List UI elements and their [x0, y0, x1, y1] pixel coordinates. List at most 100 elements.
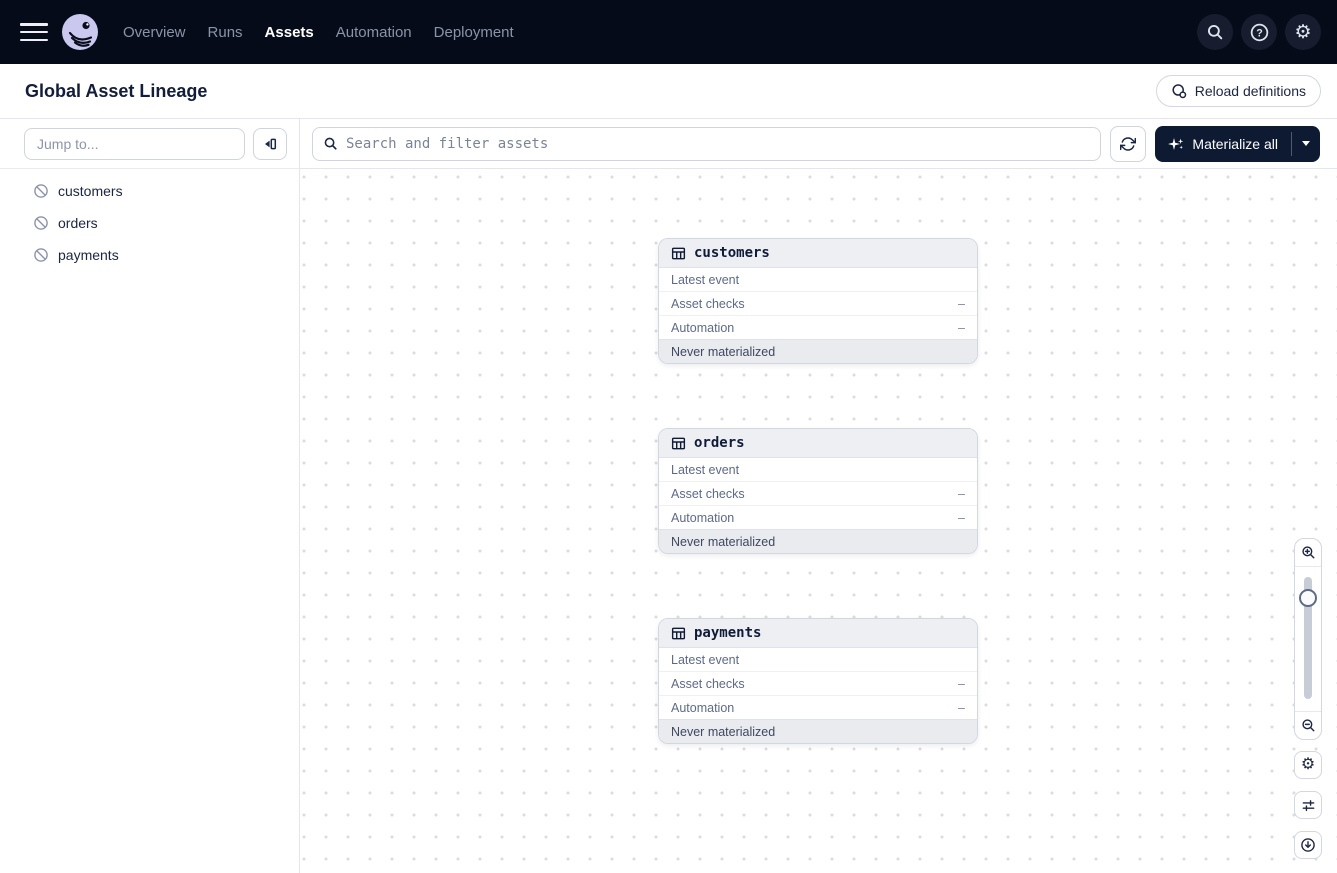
asset-node-header: customers [659, 239, 977, 268]
search-icon [1206, 23, 1224, 41]
asset-name: orders [58, 215, 98, 231]
page-header: Global Asset Lineage Reload definitions [0, 64, 1337, 119]
node-row-automation: Automation – [659, 506, 977, 530]
node-row-automation: Automation – [659, 696, 977, 720]
table-icon [671, 436, 686, 451]
search-button[interactable] [1197, 14, 1233, 50]
row-value: – [958, 296, 965, 311]
graph-filters-button[interactable] [1294, 791, 1322, 819]
gear-icon: ⚙ [1294, 21, 1312, 43]
collapse-panel-button[interactable] [253, 127, 287, 160]
zoom-in-button[interactable] [1295, 539, 1321, 567]
dagster-logo[interactable] [62, 14, 98, 50]
collapse-panel-icon [262, 136, 278, 152]
asset-node-header: payments [659, 619, 977, 648]
node-row-latest-event: Latest event [659, 458, 977, 482]
asset-name: customers [58, 183, 123, 199]
row-label: Latest event [671, 462, 740, 477]
sidebar-item-orders[interactable]: orders [0, 207, 299, 239]
node-status: Never materialized [659, 529, 977, 553]
gear-icon: ⚙ [1300, 756, 1316, 773]
row-value: – [958, 486, 965, 501]
page-title: Global Asset Lineage [25, 80, 208, 101]
row-label: Asset checks [671, 486, 745, 501]
asset-node-title: orders [694, 435, 745, 451]
app-window: Overview Runs Assets Automation Deployme… [0, 0, 1337, 873]
refresh-icon [1120, 136, 1137, 152]
asset-list: customers orders payments [0, 169, 299, 271]
asset-node-orders[interactable]: orders Latest event Asset checks – Autom… [658, 428, 978, 554]
zoom-slider-handle[interactable] [1299, 589, 1317, 607]
table-icon [671, 626, 686, 641]
asset-node-customers[interactable]: customers Latest event Asset checks – Au… [658, 238, 978, 364]
node-row-asset-checks: Asset checks – [659, 672, 977, 696]
zoom-out-button[interactable] [1295, 711, 1321, 739]
recenter-view-button[interactable] [1294, 831, 1322, 859]
table-icon [671, 246, 686, 261]
row-value: – [958, 510, 965, 525]
materialize-all-label: Materialize all [1192, 135, 1278, 152]
row-label: Automation [671, 320, 735, 335]
sidebar-item-payments[interactable]: payments [0, 239, 299, 271]
menu-icon[interactable] [20, 21, 48, 43]
nav-item-automation[interactable]: Automation [336, 24, 412, 41]
help-button[interactable]: ? [1241, 14, 1277, 50]
never-materialized-icon [33, 247, 49, 263]
row-label: Asset checks [671, 296, 745, 311]
asset-search-input[interactable] [346, 135, 1091, 152]
nav-item-runs[interactable]: Runs [208, 24, 243, 41]
help-icon: ? [1250, 23, 1269, 42]
graph-toolbar: Materialize all [300, 119, 1337, 169]
materialize-all-button[interactable]: Materialize all [1155, 126, 1291, 162]
row-value: – [958, 676, 965, 691]
sidebar-item-customers[interactable]: customers [0, 175, 299, 207]
top-nav: Overview Runs Assets Automation Deployme… [0, 0, 1337, 64]
node-status: Never materialized [659, 719, 977, 743]
lineage-main: Materialize all [300, 119, 1337, 873]
jump-to-input[interactable] [24, 127, 245, 160]
asset-node-payments[interactable]: payments Latest event Asset checks – Aut… [658, 618, 978, 744]
graph-settings-button[interactable]: ⚙ [1294, 751, 1322, 779]
code-location-icon [1171, 83, 1187, 99]
row-label: Asset checks [671, 676, 745, 691]
sparkle-icon [1168, 136, 1184, 152]
settings-button[interactable]: ⚙ [1285, 14, 1321, 50]
node-row-latest-event: Latest event [659, 648, 977, 672]
asset-search-box [312, 126, 1102, 161]
asset-name: payments [58, 247, 119, 263]
nav-links: Overview Runs Assets Automation Deployme… [123, 24, 514, 41]
nav-item-assets[interactable]: Assets [265, 24, 314, 41]
sliders-icon [1301, 798, 1316, 813]
nav-item-overview[interactable]: Overview [123, 24, 186, 41]
node-row-automation: Automation – [659, 316, 977, 340]
chevron-down-icon [1302, 141, 1310, 146]
node-row-asset-checks: Asset checks – [659, 292, 977, 316]
zoom-out-icon [1301, 718, 1316, 733]
refresh-button[interactable] [1110, 125, 1147, 162]
never-materialized-icon [33, 183, 49, 199]
materialize-split-button: Materialize all [1155, 125, 1320, 162]
node-status: Never materialized [659, 339, 977, 363]
row-value: – [958, 320, 965, 335]
row-label: Latest event [671, 652, 740, 667]
never-materialized-icon [33, 215, 49, 231]
row-label: Automation [671, 700, 735, 715]
zoom-slider[interactable] [1295, 567, 1321, 711]
nav-item-deployment[interactable]: Deployment [434, 24, 514, 41]
node-row-asset-checks: Asset checks – [659, 482, 977, 506]
zoom-in-icon [1301, 545, 1316, 560]
reload-definitions-button[interactable]: Reload definitions [1155, 75, 1321, 107]
node-row-latest-event: Latest event [659, 268, 977, 292]
reload-definitions-label: Reload definitions [1194, 83, 1306, 99]
materialize-options-button[interactable] [1292, 126, 1320, 162]
sidebar-toolbar [0, 119, 299, 169]
lineage-canvas[interactable]: customers Latest event Asset checks – Au… [300, 169, 1337, 873]
svg-text:?: ? [1256, 27, 1263, 39]
asset-node-title: payments [694, 625, 762, 641]
zoom-controls [1294, 538, 1322, 740]
asset-node-header: orders [659, 429, 977, 458]
row-value: – [958, 700, 965, 715]
row-label: Latest event [671, 272, 740, 287]
search-icon [323, 136, 338, 151]
row-label: Automation [671, 510, 735, 525]
